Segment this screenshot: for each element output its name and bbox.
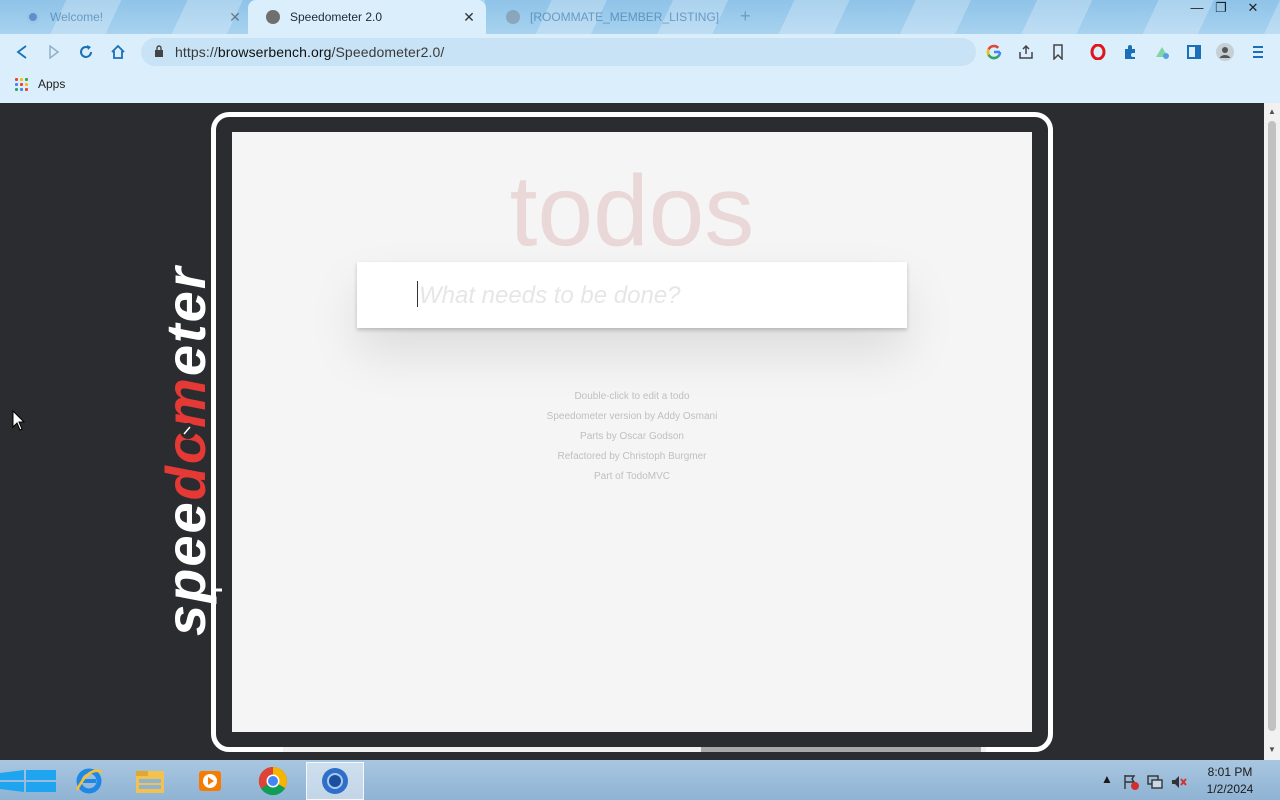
start-button[interactable]	[0, 768, 56, 794]
profile-icon[interactable]	[1215, 42, 1235, 62]
new-todo-box[interactable]	[357, 262, 907, 330]
clock-time: 8:01 PM	[1207, 765, 1253, 779]
info-line: Parts by Oscar Godson	[580, 431, 684, 442]
horizontal-scrollbar[interactable]	[283, 746, 986, 752]
bookmarks-bar	[0, 70, 1280, 103]
mouse-cursor-icon	[12, 410, 26, 431]
menu-icon[interactable]	[1248, 42, 1268, 62]
apps-icon[interactable]	[15, 78, 28, 91]
google-icon[interactable]	[984, 42, 1004, 62]
chromium-taskbar-icon[interactable]	[306, 762, 364, 800]
todos-title: todos	[509, 155, 755, 267]
extension-badge-icon[interactable]	[1152, 42, 1172, 62]
tab-welcome[interactable]: Welcome! ✕	[8, 0, 246, 34]
toolbar: https://browserbench.org/Speedometer2.0/	[0, 34, 1280, 70]
side-panel-icon[interactable]	[1184, 42, 1204, 62]
scroll-down-icon[interactable]: ▼	[1268, 745, 1276, 754]
tab-strip: Welcome! ✕ Speedometer 2.0 ✕ [ROOMMATE_M…	[0, 0, 1280, 34]
share-icon[interactable]	[1016, 42, 1036, 62]
scroll-up-icon[interactable]: ▲	[1268, 107, 1276, 116]
browser-chrome: Welcome! ✕ Speedometer 2.0 ✕ [ROOMMATE_M…	[0, 0, 1280, 103]
taskbar	[0, 760, 1280, 800]
tab-title: [ROOMMATE_MEMBER_LISTING]	[530, 10, 720, 24]
tab-close-icon[interactable]: ✕	[458, 9, 480, 26]
apps-bookmark[interactable]: Apps	[38, 77, 65, 91]
home-icon[interactable]	[106, 40, 130, 64]
todomvc-app: todos Double-click to edit a todo Speedo…	[232, 132, 1032, 732]
info-line: Part of TodoMVC	[594, 471, 670, 482]
forward-icon[interactable]	[42, 40, 66, 64]
internet-explorer-taskbar-icon[interactable]	[60, 762, 118, 800]
action-center-flag-icon[interactable]	[1122, 772, 1140, 792]
file-explorer-taskbar-icon[interactable]	[121, 762, 179, 800]
globe-favicon-icon	[266, 10, 280, 24]
info-line: Refactored by Christoph Burgmer	[557, 451, 707, 462]
horizontal-scroll-thumb[interactable]	[701, 747, 981, 752]
close-window-icon[interactable]: ✕	[1238, 0, 1268, 20]
network-icon[interactable]	[1146, 772, 1164, 792]
bookmark-icon[interactable]	[1048, 42, 1068, 62]
vertical-scroll-thumb[interactable]	[1268, 121, 1276, 731]
vertical-scrollbar[interactable]: ▲ ▼	[1264, 103, 1280, 760]
chrome-taskbar-icon[interactable]	[244, 762, 302, 800]
info-line: Double-click to edit a todo	[574, 391, 690, 402]
system-clock[interactable]: 8:01 PM 1/2/2024	[1196, 764, 1264, 798]
url-text: https://browserbench.org/Speedometer2.0/	[175, 44, 445, 60]
lock-icon[interactable]	[154, 44, 166, 60]
restore-icon[interactable]: ❐	[1206, 0, 1236, 20]
chromium-favicon-icon	[26, 10, 40, 24]
volume-muted-icon[interactable]	[1170, 772, 1188, 792]
media-player-taskbar-icon[interactable]	[182, 762, 240, 800]
clock-date: 1/2/2024	[1206, 782, 1254, 796]
opera-icon[interactable]	[1088, 42, 1108, 62]
tab-third[interactable]: [ROOMMATE_MEMBER_LISTING]	[488, 0, 728, 34]
tab-title: Welcome!	[50, 10, 104, 24]
new-tab-icon[interactable]: +	[740, 6, 751, 27]
info-footer: Double-click to edit a todo Speedometer …	[232, 391, 1032, 491]
new-todo-input[interactable]	[417, 262, 891, 330]
globe-favicon-icon	[506, 10, 520, 24]
tab-close-icon[interactable]: ✕	[224, 9, 246, 26]
reload-icon[interactable]	[74, 40, 98, 64]
show-hidden-icons-icon[interactable]: ▲	[1101, 772, 1113, 792]
address-bar[interactable]: https://browserbench.org/Speedometer2.0/	[141, 38, 976, 66]
extensions-icon[interactable]	[1120, 42, 1140, 62]
info-line: Speedometer version by Addy Osmani	[546, 411, 718, 422]
back-icon[interactable]	[10, 40, 34, 64]
tab-title: Speedometer 2.0	[290, 10, 383, 24]
tab-speedometer[interactable]: Speedometer 2.0 ✕	[248, 0, 486, 34]
